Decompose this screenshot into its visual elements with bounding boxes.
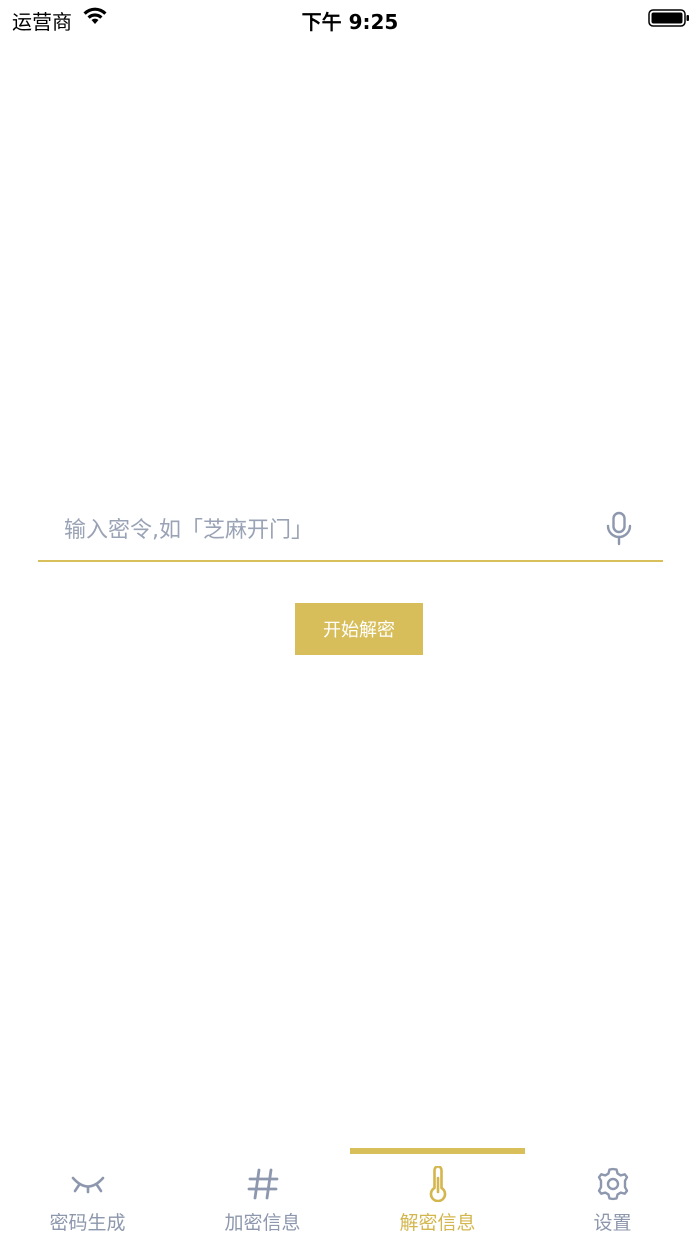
status-bar: 运营商 下午 9:25 xyxy=(0,0,700,40)
tab-label: 设置 xyxy=(593,1212,632,1234)
password-input[interactable] xyxy=(64,510,584,550)
tab-encrypt-info[interactable]: 加密信息 xyxy=(175,1148,350,1244)
tab-active-indicator xyxy=(350,1148,525,1154)
decrypt-screen: 运营商 下午 9:25 开始解密 xyxy=(0,0,700,1244)
battery-icon xyxy=(648,9,689,27)
tab-settings[interactable]: 设置 xyxy=(525,1148,700,1244)
tab-indicator xyxy=(0,1148,175,1154)
hash-icon xyxy=(243,1166,283,1202)
status-time: 下午 9:25 xyxy=(301,10,399,34)
thermometer-icon xyxy=(418,1166,458,1202)
password-input-row xyxy=(38,500,663,562)
tab-label: 密码生成 xyxy=(49,1212,126,1234)
gear-icon xyxy=(593,1166,633,1202)
tab-decrypt-info[interactable]: 解密信息 xyxy=(350,1148,525,1244)
tab-indicator xyxy=(175,1148,350,1154)
tab-password-generate[interactable]: 密码生成 xyxy=(0,1148,175,1244)
tab-label: 解密信息 xyxy=(399,1212,476,1234)
closed-eye-icon xyxy=(68,1166,108,1202)
tab-label: 加密信息 xyxy=(224,1212,301,1234)
start-decrypt-button[interactable]: 开始解密 xyxy=(295,603,423,655)
microphone-icon[interactable] xyxy=(605,511,633,547)
tab-indicator xyxy=(525,1148,700,1154)
tab-bar: 密码生成 加密信息 解密信息 设置 xyxy=(0,1148,700,1244)
